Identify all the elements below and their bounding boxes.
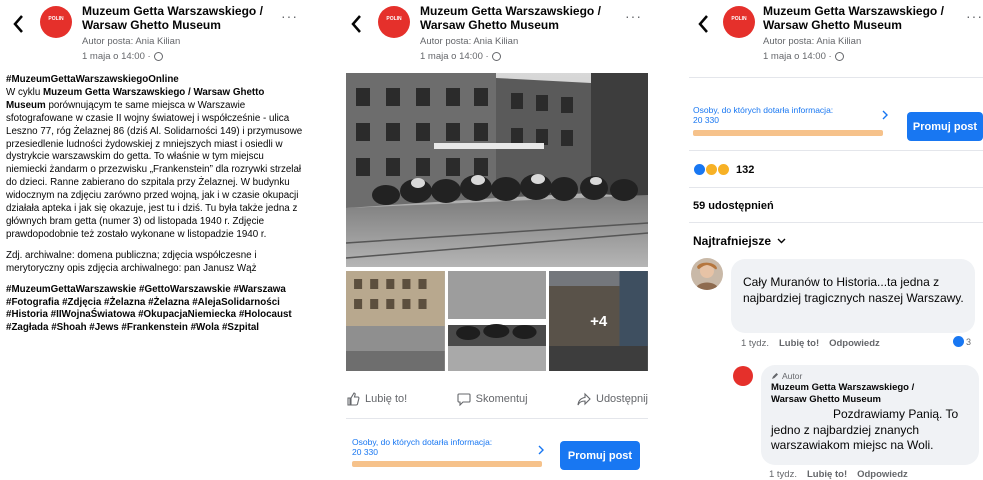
comment-like-button[interactable]: Lubię to! bbox=[807, 469, 847, 480]
reply-bubble[interactable]: Autor Muzeum Getta Warszawskiego / Warsa… bbox=[761, 365, 979, 465]
divider bbox=[346, 418, 648, 419]
back-arrow-icon[interactable] bbox=[350, 14, 362, 34]
divider bbox=[689, 222, 983, 223]
page-avatar[interactable]: POLIN bbox=[723, 6, 755, 38]
reach-info[interactable]: Osoby, do których dotarła informacja: 20… bbox=[352, 437, 492, 457]
page-avatar[interactable] bbox=[733, 366, 753, 386]
hashtag-link[interactable]: #MuzeumGettaWarszawskiegoOnline bbox=[6, 74, 179, 85]
divider bbox=[689, 150, 983, 151]
comment-icon bbox=[457, 393, 471, 406]
comment-button[interactable]: Skomentuj bbox=[457, 392, 528, 406]
post-author: Autor posta: Ania Kilian bbox=[82, 36, 181, 47]
comment-likes[interactable]: 3 bbox=[953, 336, 971, 347]
avatar-logo: POLIN bbox=[731, 16, 747, 22]
post-time[interactable]: 1 maja o 14:00 · bbox=[420, 51, 501, 62]
more-photos-overlay[interactable]: +4 bbox=[549, 271, 649, 371]
reach-info[interactable]: Osoby, do których dotarła informacja: 20… bbox=[693, 105, 833, 125]
author-badge: Autor bbox=[771, 371, 971, 381]
back-arrow-icon[interactable] bbox=[12, 14, 24, 34]
more-icon[interactable]: ··· bbox=[966, 8, 983, 24]
more-icon[interactable]: ··· bbox=[625, 8, 642, 24]
photo-credits: Zdj. archiwalne: domena publiczna; zdjęc… bbox=[6, 249, 257, 274]
post-text: #MuzeumGettaWarszawskiegoOnline W cyklu … bbox=[6, 74, 303, 334]
commenter-avatar[interactable] bbox=[691, 258, 723, 290]
reactions-summary[interactable]: 132 bbox=[693, 163, 754, 176]
page-name[interactable]: Muzeum Getta Warszawskiego / Warsaw Ghett… bbox=[763, 4, 944, 32]
comment-meta: 1 tydz. Lubię to! Odpowiedz bbox=[769, 469, 908, 480]
promote-post-button[interactable]: Promuj post bbox=[907, 112, 983, 141]
chevron-down-icon bbox=[777, 238, 786, 244]
share-button[interactable]: Udostępnij bbox=[577, 392, 648, 406]
comment-reply-button[interactable]: Odpowiedz bbox=[857, 469, 908, 480]
page-name[interactable]: Muzeum Getta Warszawskiego / Warsaw Ghett… bbox=[82, 4, 263, 32]
like-button[interactable]: Lubię to! bbox=[346, 392, 407, 406]
comment-sort[interactable]: Najtrafniejsze bbox=[693, 234, 786, 248]
archival-photo-drawing bbox=[346, 73, 648, 267]
post-header: POLIN Muzeum Getta Warszawskiego / Warsaw… bbox=[0, 0, 310, 72]
divider bbox=[689, 77, 983, 78]
thumbnail-photo[interactable]: +4 bbox=[549, 271, 649, 371]
thumbnail-photo[interactable] bbox=[447, 271, 547, 371]
divider bbox=[689, 187, 983, 188]
post-actions: Lubię to! Skomentuj Udostępnij bbox=[346, 388, 648, 410]
page-avatar[interactable]: POLIN bbox=[40, 6, 72, 38]
post-header: POLIN Muzeum Getta Warszawskiego / Warsaw… bbox=[685, 0, 983, 72]
reach-progress-bar bbox=[693, 130, 883, 136]
pen-icon bbox=[772, 373, 778, 379]
archival-photo[interactable] bbox=[346, 73, 648, 267]
post-comments-panel: POLIN Muzeum Getta Warszawskiego / Warsaw… bbox=[685, 0, 983, 480]
globe-icon bbox=[491, 52, 501, 61]
thumbnail-drawing bbox=[346, 271, 445, 371]
reply-author-name[interactable]: Muzeum Getta Warszawskiego / Warsaw Ghet… bbox=[771, 382, 971, 406]
promote-post-button[interactable]: Promuj post bbox=[560, 441, 640, 470]
comment-like-button[interactable]: Lubię to! bbox=[779, 338, 819, 349]
like-reaction-icon bbox=[953, 336, 964, 347]
post-photos-panel: POLIN Muzeum Getta Warszawskiego / Warsaw… bbox=[338, 0, 654, 480]
share-icon bbox=[577, 392, 591, 406]
post-time[interactable]: 1 maja o 14:00 · bbox=[763, 51, 844, 62]
like-icon bbox=[347, 392, 360, 406]
more-icon[interactable]: ··· bbox=[281, 8, 298, 24]
globe-icon bbox=[153, 52, 163, 61]
reply-text: Pozdrawiamy Panią. To jedno z najbardzie… bbox=[771, 407, 959, 452]
comment-reply-button[interactable]: Odpowiedz bbox=[829, 338, 880, 349]
comment-text: Cały Muranów to Historia...ta jedna z na… bbox=[743, 275, 964, 305]
shares-count[interactable]: 59 udostępnień bbox=[693, 200, 774, 212]
post-author: Autor posta: Ania Kilian bbox=[763, 36, 862, 47]
chevron-right-icon[interactable] bbox=[537, 445, 545, 455]
avatar-logo: POLIN bbox=[48, 16, 64, 22]
page-avatar[interactable]: POLIN bbox=[378, 6, 410, 38]
commenter-photo bbox=[691, 258, 723, 290]
avatar-logo: POLIN bbox=[386, 16, 402, 22]
post-header: POLIN Muzeum Getta Warszawskiego / Warsaw… bbox=[338, 0, 654, 72]
back-arrow-icon[interactable] bbox=[697, 14, 709, 34]
post-text-panel: POLIN Muzeum Getta Warszawskiego / Warsaw… bbox=[0, 0, 310, 480]
post-author: Autor posta: Ania Kilian bbox=[420, 36, 519, 47]
thumbnail-photo[interactable] bbox=[346, 271, 445, 371]
comment-meta: 1 tydz. Lubię to! Odpowiedz bbox=[741, 338, 880, 349]
thumbnail-drawing bbox=[447, 271, 547, 371]
post-time[interactable]: 1 maja o 14:00 · bbox=[82, 51, 163, 62]
hashtag-list[interactable]: #MuzeumGettaWarszawskie #GettoWarszawski… bbox=[6, 284, 292, 334]
chevron-right-icon[interactable] bbox=[881, 110, 889, 120]
photo-thumbnails: +4 bbox=[346, 271, 649, 371]
globe-icon bbox=[834, 52, 844, 61]
page-name[interactable]: Muzeum Getta Warszawskiego / Warsaw Ghett… bbox=[420, 4, 601, 32]
comment-bubble[interactable]: Cały Muranów to Historia...ta jedna z na… bbox=[731, 259, 975, 333]
wow-reaction-icon bbox=[717, 163, 730, 176]
reach-progress-bar bbox=[352, 461, 542, 467]
